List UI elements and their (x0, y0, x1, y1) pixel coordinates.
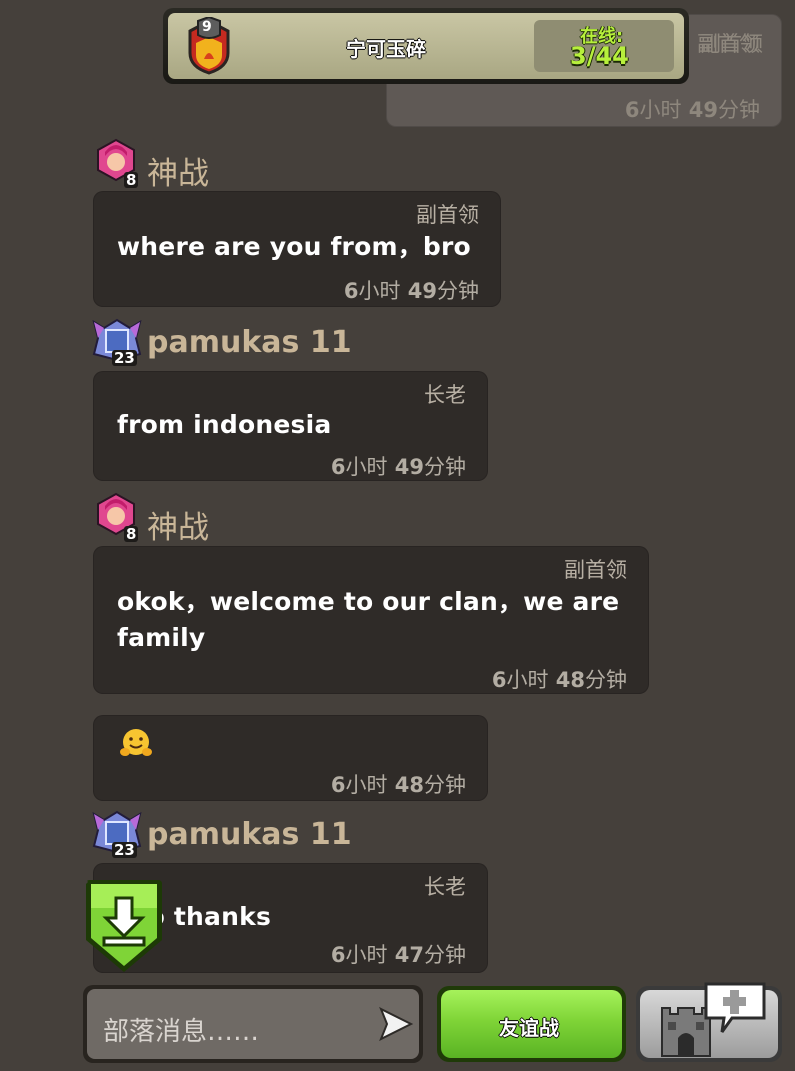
message-bubble: 副首领 okok，welcome to our clan，we are fami… (93, 546, 649, 694)
member-level: 8 (124, 525, 139, 543)
member-role: 副首领 (416, 203, 479, 227)
message-text-line: okok，welcome to our clan，we are (117, 587, 620, 616)
sender-name[interactable]: 神战 (147, 148, 209, 193)
message-bubble: 副首领 where are you from，bro 6小时 49分钟 (93, 191, 501, 307)
message-time: 6小时 48分钟 (330, 773, 466, 797)
chat-input-placeholder[interactable]: 部落消息…… (103, 1011, 259, 1048)
message-time: 6小时 49分钟 (330, 455, 466, 479)
send-icon[interactable] (377, 1005, 415, 1043)
clan-header-panel: 9 宁可玉碎 在线: 3/44 (168, 13, 684, 79)
message-bubble: 长老 from indonesia 6小时 49分钟 (93, 371, 488, 481)
troop-request-face[interactable] (640, 982, 778, 1058)
clan-level: 9 (202, 19, 212, 35)
request-plus-icon (704, 982, 766, 1033)
message-time: 6小时 48分钟 (491, 668, 627, 692)
message-text-line: family (117, 623, 206, 652)
message-bubble: 6小时 48分钟 (93, 715, 488, 801)
member-role: 长老 (424, 383, 466, 407)
online-indicator: 在线: 3/44 (534, 20, 674, 72)
clan-name: 宁可玉碎 (346, 37, 426, 61)
online-count: 3/44 (570, 42, 629, 70)
message-text: where are you from，bro (117, 232, 471, 261)
message-time: 6小时 49分钟 (343, 279, 479, 303)
clan-header[interactable]: 9 宁可玉碎 在线: 3/44 (163, 8, 689, 84)
sender-name[interactable]: pamukas 11 (147, 325, 352, 360)
sender-name[interactable]: 神战 (147, 502, 209, 547)
member-level: 8 (124, 171, 139, 189)
top-role-overflow: 副首领 (700, 32, 763, 56)
member-role: 长老 (424, 875, 466, 899)
friendly-battle-label[interactable]: 友谊战 (499, 1012, 559, 1041)
member-role: 副首领 (564, 558, 627, 582)
member-level: 23 (112, 349, 137, 367)
hugging-face-icon (120, 729, 152, 756)
message-time: 6小时 49分钟 (624, 98, 760, 122)
sender-name[interactable]: pamukas 11 (147, 817, 352, 852)
chat-input-field[interactable]: 部落消息…… (87, 989, 419, 1059)
member-level: 23 (112, 841, 137, 859)
chat-input-container[interactable]: 部落消息…… (83, 985, 423, 1063)
troop-request-button[interactable] (636, 982, 782, 1062)
download-icon[interactable] (82, 878, 166, 976)
message-text: from indonesia (117, 410, 332, 439)
friendly-battle-button[interactable]: 友谊战 (437, 986, 626, 1062)
friendly-battle-face[interactable]: 友谊战 (441, 990, 622, 1058)
message-time: 6小时 47分钟 (330, 943, 466, 967)
